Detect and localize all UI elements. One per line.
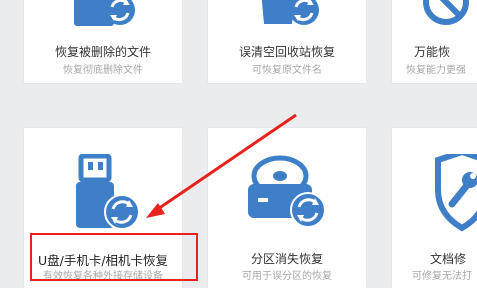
annotation-arrow	[146, 113, 297, 218]
